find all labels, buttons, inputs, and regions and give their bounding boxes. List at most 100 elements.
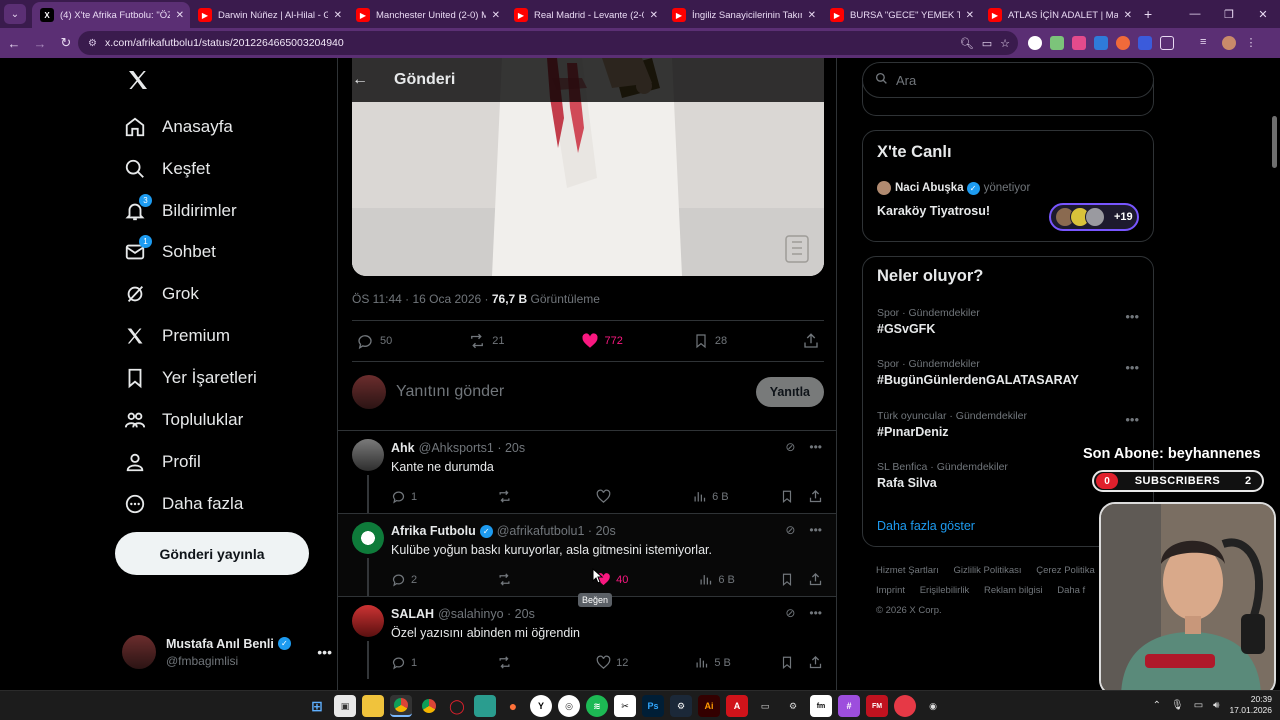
nav-item-more[interactable]: Daha fazla	[122, 484, 243, 524]
reply-author-name[interactable]: Afrika Futbolu	[391, 524, 476, 538]
footer-link[interactable]: Erişilebilirlik	[920, 585, 970, 596]
reply-author-name[interactable]: SALAH	[391, 607, 434, 621]
profile-avatar-icon[interactable]	[1222, 36, 1236, 50]
trend-item[interactable]: Spor · Gündemdekiler #BugünGünlerdenGALA…	[877, 358, 1139, 387]
reply-author-name[interactable]: Ahk	[391, 441, 415, 455]
address-bar[interactable]: ⚙ x.com/afrikafutbolu1/status/2012264665…	[78, 31, 1018, 55]
acrobat-icon[interactable]: A	[726, 695, 748, 717]
trend-item[interactable]: Türk oyuncular · Gündemdekiler #PınarDen…	[877, 410, 1139, 439]
scrollbar-thumb[interactable]	[1272, 116, 1277, 168]
footer-link[interactable]: Çerez Politika	[1036, 565, 1095, 576]
new-tab-icon[interactable]: +	[1144, 6, 1152, 22]
close-window-icon[interactable]: ✕	[1246, 0, 1280, 28]
avatar[interactable]	[352, 605, 384, 637]
browser-tab-3[interactable]: ▶ Manchester United (2-0) Manch ✕	[348, 2, 506, 28]
browser-tab-2[interactable]: ▶ Darwin Núñez | Al-Hilal - Goals ✕	[190, 2, 348, 28]
reload-icon[interactable]: ↻	[54, 31, 78, 55]
reply-input[interactable]: Yanıtını gönder	[396, 383, 504, 401]
more-dots-icon[interactable]: •••	[1125, 412, 1139, 427]
nav-item-grok[interactable]: Grok	[122, 274, 199, 314]
reply-button[interactable]: 1	[391, 489, 417, 504]
cast-icon[interactable]: ▭	[982, 37, 992, 50]
app-icon[interactable]	[894, 695, 916, 717]
like-button[interactable]	[596, 489, 616, 504]
close-icon[interactable]: ✕	[334, 10, 342, 21]
nav-item-profile[interactable]: Profil	[122, 442, 201, 482]
reply-author-handle[interactable]: @Ahksports1 · 20s	[419, 441, 525, 455]
fm-icon[interactable]: FM	[866, 695, 888, 717]
space-host[interactable]: Naci Abuşka ✓ yönetiyor	[877, 181, 1030, 195]
close-icon[interactable]: ✕	[1124, 10, 1132, 21]
more-dots-icon[interactable]: •••	[1125, 360, 1139, 375]
extension-icon[interactable]	[1138, 36, 1152, 50]
network-icon[interactable]: ▭	[1194, 700, 1203, 711]
repost-button[interactable]	[497, 489, 512, 504]
browser-tab-5[interactable]: ▶ İngiliz Sanayicilerinin Takımı Sc ✕	[664, 2, 822, 28]
firefox-icon[interactable]: ●	[502, 695, 524, 717]
bookmark-button[interactable]	[780, 572, 794, 587]
footer-link[interactable]: Daha f	[1057, 585, 1085, 596]
chrome-alt-icon[interactable]	[418, 695, 440, 717]
browser-tab-7[interactable]: ▶ ATLAS İÇİN ADALET | Madara C ✕	[980, 2, 1138, 28]
settings-icon[interactable]: ⚙	[782, 695, 804, 717]
grok-icon[interactable]: ⊘	[785, 523, 795, 537]
more-dots-icon[interactable]: •••	[1125, 309, 1139, 324]
illustrator-icon[interactable]: Ai	[698, 695, 720, 717]
share-button[interactable]	[808, 655, 823, 670]
share-button[interactable]	[802, 332, 820, 350]
footer-link[interactable]: Gizlilik Politikası	[953, 565, 1021, 576]
camera-icon[interactable]: ▭	[754, 695, 776, 717]
views-button[interactable]: 6 B	[692, 489, 729, 504]
post-button[interactable]: Gönderi yayınla	[115, 532, 309, 575]
footer-link[interactable]: Hizmet Şartları	[876, 565, 939, 576]
chrome-icon[interactable]	[390, 695, 412, 717]
back-icon[interactable]: ←	[2, 31, 26, 55]
nav-item-home[interactable]: Anasayfa	[122, 107, 233, 147]
reply-item[interactable]: Afrika Futbolu ✓ @afrikafutbolu1 · 20s ⊘…	[338, 514, 836, 607]
views-button[interactable]: 6 B	[698, 572, 735, 587]
bookmark-button[interactable]: 28	[693, 332, 727, 350]
app-icon[interactable]: fm	[810, 695, 832, 717]
forward-icon[interactable]: →	[28, 31, 52, 55]
close-icon[interactable]: ✕	[176, 10, 184, 21]
media-icon[interactable]: ≡	[1200, 36, 1214, 50]
browser-tab-4[interactable]: ▶ Real Madrid - Levante (2-0) - Ma ✕	[506, 2, 664, 28]
opera-icon[interactable]: ◯	[446, 695, 468, 717]
minimize-icon[interactable]: —	[1178, 0, 1212, 28]
extension-icon[interactable]	[1094, 36, 1108, 50]
file-explorer-icon[interactable]	[362, 695, 384, 717]
more-dots-icon[interactable]: •••	[809, 606, 822, 620]
repost-button[interactable]	[497, 655, 512, 670]
avatar[interactable]	[352, 522, 384, 554]
nav-item-messages[interactable]: 1 Sohbet	[122, 232, 216, 272]
obs-icon[interactable]: ◉	[922, 695, 944, 717]
close-icon[interactable]: ✕	[650, 10, 658, 21]
site-info-icon[interactable]: ⚙	[88, 38, 97, 49]
spotify-icon[interactable]: ≋	[586, 695, 608, 717]
steam-icon[interactable]: ⚙	[670, 695, 692, 717]
avatar[interactable]	[352, 439, 384, 471]
x-logo-icon[interactable]	[126, 68, 150, 92]
reply-button[interactable]: 50	[356, 332, 392, 350]
task-view-icon[interactable]: ▣	[334, 695, 356, 717]
extension-icon[interactable]	[1116, 36, 1130, 50]
share-button[interactable]	[808, 572, 823, 587]
yandex-icon[interactable]: Y	[530, 695, 552, 717]
app-icon[interactable]	[474, 695, 496, 717]
app-icon[interactable]: ◎	[558, 695, 580, 717]
footer-link[interactable]: Imprint	[876, 585, 905, 596]
close-icon[interactable]: ✕	[966, 10, 974, 21]
reply-author-handle[interactable]: @salahinyo · 20s	[438, 607, 535, 621]
bookmark-star-icon[interactable]: ☆	[1000, 37, 1010, 50]
back-arrow-icon[interactable]: ←	[352, 71, 368, 89]
windows-start-icon[interactable]: ⊞	[306, 695, 328, 717]
extension-icon[interactable]	[1028, 36, 1042, 50]
reply-item[interactable]: SALAH @salahinyo · 20s ⊘ ••• Özel yazısı…	[338, 597, 836, 679]
like-button[interactable]: 12	[596, 655, 628, 670]
footer-link[interactable]: Reklam bilgisi	[984, 585, 1043, 596]
clock[interactable]: 20:39 17.01.2026	[1229, 694, 1272, 716]
nav-item-notifications[interactable]: 3 Bildirimler	[122, 191, 237, 231]
tab-search-menu[interactable]: ⌄	[4, 4, 26, 24]
reply-button[interactable]: 1	[391, 655, 417, 670]
close-icon[interactable]: ✕	[808, 10, 816, 21]
